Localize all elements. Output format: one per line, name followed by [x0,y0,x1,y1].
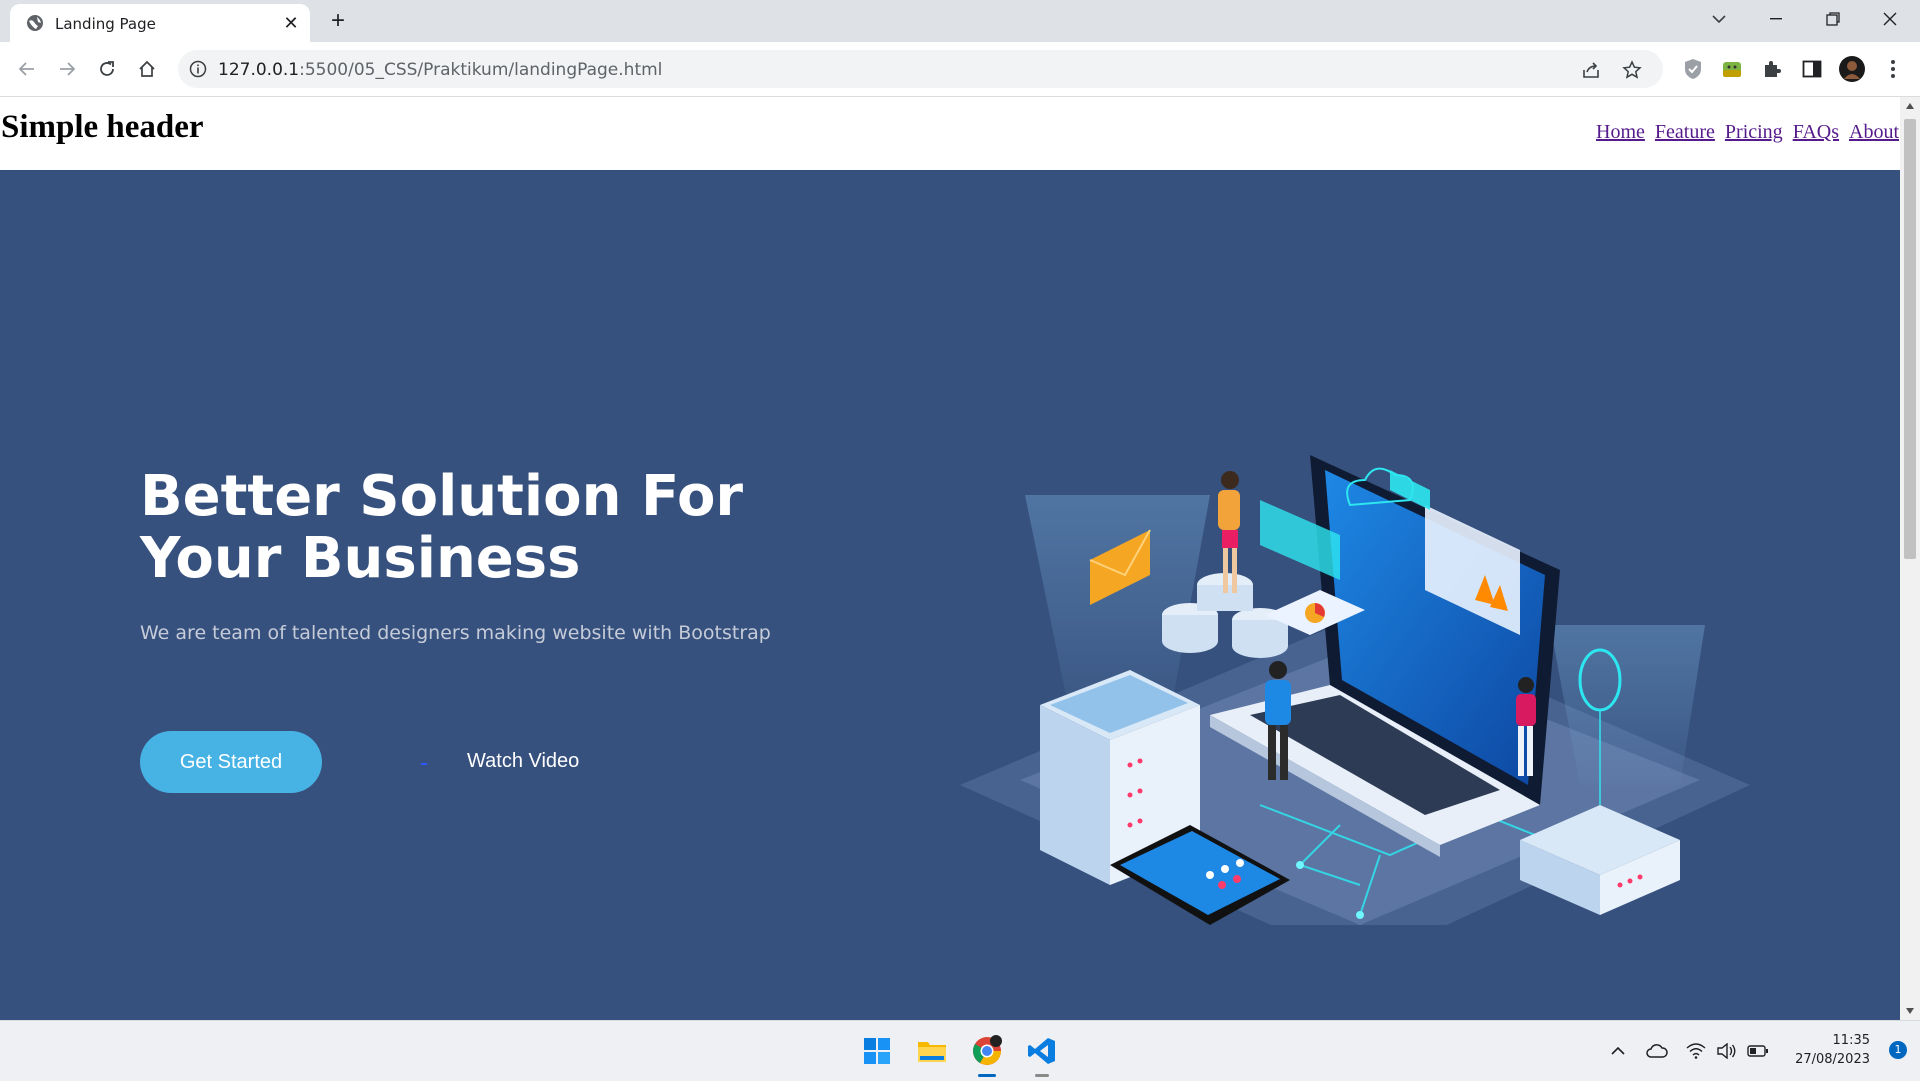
start-icon[interactable] [857,1031,897,1071]
chevron-up-icon[interactable] [1606,1039,1630,1063]
new-tab-icon[interactable]: + [325,8,351,34]
bookmark-star-icon[interactable] [1621,59,1643,81]
page-scrollbar[interactable] [1900,97,1920,1020]
battery-icon[interactable] [1746,1039,1770,1063]
chrome-icon[interactable] [967,1031,1007,1077]
forward-icon[interactable] [52,54,82,84]
nav-link-pricing[interactable]: Pricing [1725,121,1783,143]
file-explorer-icon[interactable] [912,1031,952,1071]
side-panel-icon[interactable] [1798,55,1826,83]
minimize-icon[interactable] [1753,4,1799,34]
nav-link-home[interactable]: Home [1596,121,1645,143]
restore-icon[interactable] [1810,4,1856,34]
site-info-icon[interactable] [188,59,208,79]
notification-badge[interactable]: 1 [1889,1041,1907,1059]
scroll-thumb[interactable] [1904,119,1916,559]
nav-link-feature[interactable]: Feature [1655,121,1715,143]
site-header: Simple header Home Feature Pricing FAQs … [0,97,1900,170]
page-viewport: Simple header Home Feature Pricing FAQs … [0,97,1900,1020]
hero-illustration [960,455,1750,925]
watch-video-link[interactable]: Watch Video [467,750,579,773]
system-clock[interactable]: 11:35 27/08/2023 [1795,1031,1870,1069]
scroll-down-icon[interactable] [1906,1008,1914,1014]
nav-link-faqs[interactable]: FAQs [1793,121,1839,143]
browser-toolbar: 127.0.0.1:5500/05_CSS/Praktikum/landingP… [0,42,1920,97]
extensions-puzzle-icon[interactable] [1758,55,1786,83]
play-icon[interactable] [421,763,427,765]
share-icon[interactable] [1580,59,1602,81]
browser-menu-icon[interactable] [1879,55,1907,83]
taskbar: 11:35 27/08/2023 1 [0,1020,1920,1081]
shield-extension-icon[interactable] [1679,55,1707,83]
open-indicator [1035,1074,1049,1077]
vscode-icon[interactable] [1022,1031,1062,1077]
address-bar[interactable]: 127.0.0.1:5500/05_CSS/Praktikum/landingP… [178,50,1663,88]
wifi-icon[interactable] [1684,1039,1708,1063]
extension-app-icon[interactable] [1718,55,1746,83]
tab-title: Landing Page [55,15,156,33]
tab-strip: Landing Page ✕ + [0,0,1920,42]
browser-tab[interactable]: Landing Page ✕ [10,4,310,42]
globe-icon [27,15,43,31]
tab-search-icon[interactable] [1696,4,1742,34]
reload-icon[interactable] [92,54,122,84]
home-icon[interactable] [132,54,162,84]
close-window-icon[interactable] [1867,4,1913,34]
onedrive-cloud-icon[interactable] [1645,1039,1669,1063]
hero-headline: Better Solution For Your Business [140,464,744,591]
volume-icon[interactable] [1715,1039,1739,1063]
url-text: 127.0.0.1:5500/05_CSS/Praktikum/landingP… [218,60,663,80]
hero-section: Better Solution For Your Business We are… [0,170,1900,1020]
back-icon[interactable] [12,54,42,84]
clock-date: 27/08/2023 [1795,1052,1870,1067]
get-started-button[interactable]: Get Started [140,731,322,793]
close-tab-icon[interactable]: ✕ [280,12,302,34]
site-nav: Home Feature Pricing FAQs About [1591,121,1899,144]
profile-avatar[interactable] [1838,55,1866,83]
clock-time: 11:35 [1832,1033,1870,1048]
scroll-up-icon[interactable] [1906,103,1914,109]
site-title: Simple header [1,109,204,145]
nav-link-about[interactable]: About [1849,121,1899,143]
active-indicator [978,1074,996,1077]
hero-subtitle: We are team of talented designers making… [140,622,771,644]
